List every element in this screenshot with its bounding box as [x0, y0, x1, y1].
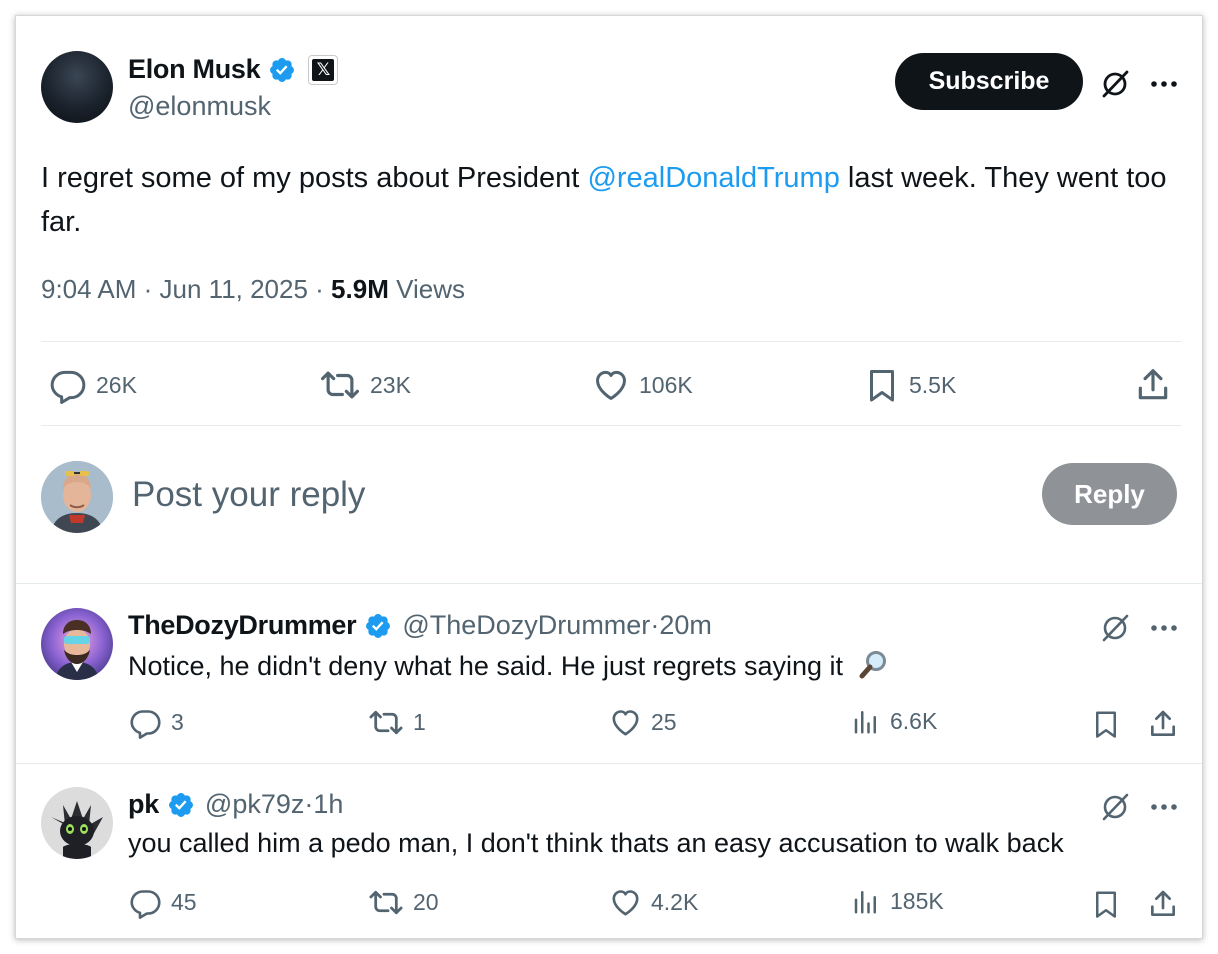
- repost-icon: [368, 706, 404, 739]
- views-count: 5.9M: [331, 274, 389, 304]
- post-card: Elon Musk 𝕏 @elonmusk Subscribe I regret…: [15, 15, 1203, 939]
- share-button[interactable]: [1134, 366, 1172, 404]
- views-label: Views: [396, 274, 465, 304]
- reply-author-name[interactable]: TheDozyDrummer: [128, 610, 357, 641]
- repost-icon: [319, 366, 361, 404]
- post-time[interactable]: 9:04 AM: [41, 274, 136, 304]
- meta-separator: ·: [304, 789, 314, 819]
- share-icon[interactable]: [1147, 708, 1179, 740]
- reply-input[interactable]: Post your reply: [132, 469, 832, 521]
- views-count: 185K: [890, 887, 944, 914]
- post-meta: 9:04 AM · Jun 11, 2025 · 5.9M Views: [41, 274, 465, 305]
- divider: [16, 583, 1202, 584]
- reply-header: pk @pk79z · 1h: [128, 789, 343, 820]
- author-name[interactable]: Elon Musk: [128, 54, 261, 85]
- reply-count: 26K: [96, 371, 137, 398]
- author-name-row: Elon Musk 𝕏: [128, 54, 339, 85]
- mention-link[interactable]: @realDonaldTrump: [587, 162, 839, 194]
- post-text-part: I regret some of my posts about Presiden…: [41, 162, 588, 194]
- repost-button[interactable]: 1: [368, 706, 426, 739]
- post-date[interactable]: Jun 11, 2025: [160, 274, 308, 304]
- reply-author-handle[interactable]: @pk79z: [205, 789, 304, 820]
- views-icon: [851, 706, 881, 736]
- more-icon[interactable]: [1150, 71, 1178, 97]
- magnifier-icon: [857, 649, 889, 681]
- reply-time[interactable]: 1h: [313, 789, 343, 820]
- author-handle[interactable]: @elonmusk: [128, 91, 271, 122]
- x-logo-icon: 𝕏: [308, 54, 339, 85]
- repost-count: 1: [413, 709, 426, 735]
- views-button[interactable]: 185K: [851, 886, 944, 916]
- repost-button[interactable]: 20: [368, 886, 439, 919]
- like-button[interactable]: 25: [609, 706, 677, 739]
- repost-icon: [368, 886, 404, 919]
- like-icon: [592, 366, 630, 404]
- bookmark-icon: [864, 366, 900, 404]
- views-icon: [851, 886, 881, 916]
- reply-icon: [49, 366, 87, 404]
- reply-count: 45: [171, 889, 197, 915]
- reply-text-content: Notice, he didn't deny what he said. He …: [128, 651, 844, 681]
- like-count: 25: [651, 709, 677, 735]
- like-icon: [609, 706, 642, 739]
- bookmark-icon[interactable]: [1091, 708, 1121, 740]
- reply-avatar[interactable]: [41, 787, 113, 859]
- views-button[interactable]: 6.6K: [851, 706, 937, 736]
- meta-separator: ·: [307, 274, 332, 304]
- reply-submit-button[interactable]: Reply: [1042, 463, 1177, 525]
- more-icon[interactable]: [1150, 615, 1178, 641]
- reply-count: 3: [171, 709, 184, 735]
- post-text: I regret some of my posts about Presiden…: [41, 156, 1191, 244]
- reply-icon: [129, 706, 162, 739]
- meta-separator: ·: [136, 274, 160, 304]
- reply-text: Notice, he didn't deny what he said. He …: [128, 649, 889, 682]
- share-icon[interactable]: [1147, 888, 1179, 920]
- like-count: 4.2K: [651, 889, 699, 915]
- divider: [41, 425, 1181, 426]
- reply-button[interactable]: 45: [129, 886, 197, 919]
- like-button[interactable]: 106K: [592, 366, 693, 404]
- grok-icon[interactable]: [1099, 68, 1131, 100]
- reply-button[interactable]: 26K: [49, 366, 137, 404]
- grok-icon[interactable]: [1099, 791, 1131, 823]
- bookmark-button[interactable]: 5.5K: [864, 366, 956, 404]
- reply-header: TheDozyDrummer @TheDozyDrummer · 20m: [128, 610, 712, 641]
- reply-button[interactable]: 3: [129, 706, 184, 739]
- bookmark-icon[interactable]: [1091, 888, 1121, 920]
- divider: [16, 763, 1202, 764]
- like-icon: [609, 886, 642, 919]
- subscribe-button[interactable]: Subscribe: [895, 53, 1083, 110]
- verified-badge-icon: [268, 56, 296, 84]
- share-icon: [1134, 366, 1172, 404]
- repost-button[interactable]: 23K: [319, 366, 411, 404]
- divider: [41, 341, 1181, 342]
- like-count: 106K: [639, 371, 693, 398]
- reply-text: you called him a pedo man, I don't think…: [128, 828, 1064, 858]
- views-count: 6.6K: [890, 707, 938, 734]
- meta-separator: ·: [650, 610, 660, 640]
- repost-count: 20: [413, 889, 439, 915]
- current-user-avatar[interactable]: [41, 461, 113, 533]
- reply-author-handle[interactable]: @TheDozyDrummer: [402, 610, 650, 641]
- like-button[interactable]: 4.2K: [609, 886, 698, 919]
- reply-author-name[interactable]: pk: [128, 789, 159, 820]
- reply-time[interactable]: 20m: [659, 610, 712, 641]
- bookmark-count: 5.5K: [909, 371, 957, 398]
- more-icon[interactable]: [1150, 794, 1178, 820]
- grok-icon[interactable]: [1099, 612, 1131, 644]
- author-avatar[interactable]: [41, 51, 113, 123]
- reply-icon: [129, 886, 162, 919]
- reply-avatar[interactable]: [41, 608, 113, 680]
- verified-badge-icon: [364, 612, 392, 640]
- verified-badge-icon: [167, 791, 195, 819]
- repost-count: 23K: [370, 371, 411, 398]
